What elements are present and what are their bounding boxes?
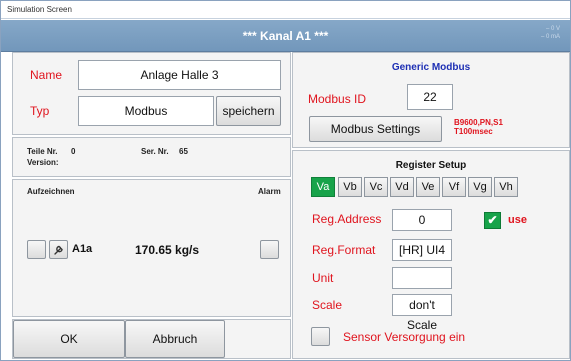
record-label: Aufzeichnen xyxy=(27,187,75,196)
scale-field[interactable]: don't Scale xyxy=(392,294,452,332)
modbus-settings-button[interactable]: Modbus Settings xyxy=(309,116,442,142)
part-number-label: Teile Nr. xyxy=(27,147,58,156)
wrench-icon xyxy=(54,245,63,255)
status-line-voltage: – 0 V xyxy=(545,26,560,32)
reg-format-label: Reg.Format xyxy=(312,243,376,257)
reg-address-label: Reg.Address xyxy=(312,212,382,226)
tab-va[interactable]: Va xyxy=(311,177,335,197)
recording-panel: Aufzeichnen Alarm A1a 170.65 kg/s xyxy=(12,179,291,317)
serial-number-value: 65 xyxy=(179,147,188,156)
alarm-toggle[interactable] xyxy=(260,240,279,259)
tab-vg[interactable]: Vg xyxy=(468,177,492,197)
reg-address-field[interactable]: 0 xyxy=(392,209,452,231)
alarm-label: Alarm xyxy=(258,187,281,196)
simulation-window: Simulation Screen *** Kanal A1 *** – 0 V… xyxy=(0,0,571,361)
modbus-settings-line1: B9600,PN,S1 xyxy=(454,118,503,127)
unit-label: Unit xyxy=(312,271,334,285)
register-setup-panel: Register Setup Va Vb Vc Vd Ve Vf Vg Vh R… xyxy=(292,150,570,359)
device-info-panel: Teile Nr. 0 Ser. Nr. 65 Version: xyxy=(12,137,291,177)
channel-config-button[interactable] xyxy=(49,240,68,259)
tab-ve[interactable]: Ve xyxy=(416,177,440,197)
channel-header: *** Kanal A1 *** – 0 V – 0 mA xyxy=(1,20,570,52)
channel-title: *** Kanal A1 *** xyxy=(242,29,329,43)
channel-tag: A1a xyxy=(72,243,93,255)
register-title: Register Setup xyxy=(395,160,467,171)
channel-config-panel: Name Anlage Halle 3 Typ Modbus speichern xyxy=(12,52,291,135)
name-label: Name xyxy=(30,68,63,82)
status-line-current: – 0 mA xyxy=(540,34,560,40)
tab-vd[interactable]: Vd xyxy=(390,177,414,197)
use-checkbox[interactable]: ✔ xyxy=(484,212,501,229)
record-toggle[interactable] xyxy=(27,240,46,259)
tab-vf[interactable]: Vf xyxy=(442,177,466,197)
tab-vh[interactable]: Vh xyxy=(494,177,518,197)
ok-button[interactable]: OK xyxy=(13,320,125,358)
part-number-value: 0 xyxy=(71,147,76,156)
version-label: Version: xyxy=(27,158,59,167)
type-field[interactable]: Modbus xyxy=(78,96,214,126)
modbus-settings-line2: T100msec xyxy=(454,127,493,136)
modbus-id-label: Modbus ID xyxy=(308,92,367,106)
serial-number-label: Ser. Nr. xyxy=(141,147,169,156)
reg-format-field[interactable]: [HR] UI4 xyxy=(392,239,452,261)
name-field[interactable]: Anlage Halle 3 xyxy=(78,60,281,90)
modbus-panel: Generic Modbus Modbus ID 22 Modbus Setti… xyxy=(292,52,570,148)
check-icon: ✔ xyxy=(487,213,498,227)
cancel-button[interactable]: Abbruch xyxy=(125,320,225,358)
sensor-supply-label: Sensor Versorgung ein xyxy=(343,330,466,344)
unit-field[interactable] xyxy=(392,267,452,289)
window-title: Simulation Screen xyxy=(7,5,72,14)
window-titlebar: Simulation Screen xyxy=(1,1,570,19)
sensor-supply-checkbox[interactable] xyxy=(311,327,330,346)
tab-vb[interactable]: Vb xyxy=(338,177,362,197)
use-label: use xyxy=(508,214,527,226)
modbus-title: Generic Modbus xyxy=(391,62,471,73)
type-label: Typ xyxy=(30,104,50,118)
scale-label: Scale xyxy=(312,298,343,312)
action-panel: OK Abbruch xyxy=(12,319,291,359)
modbus-id-field[interactable]: 22 xyxy=(407,84,453,110)
save-button[interactable]: speichern xyxy=(216,96,281,126)
tab-vc[interactable]: Vc xyxy=(364,177,388,197)
measured-value: 170.65 kg/s xyxy=(135,243,200,257)
